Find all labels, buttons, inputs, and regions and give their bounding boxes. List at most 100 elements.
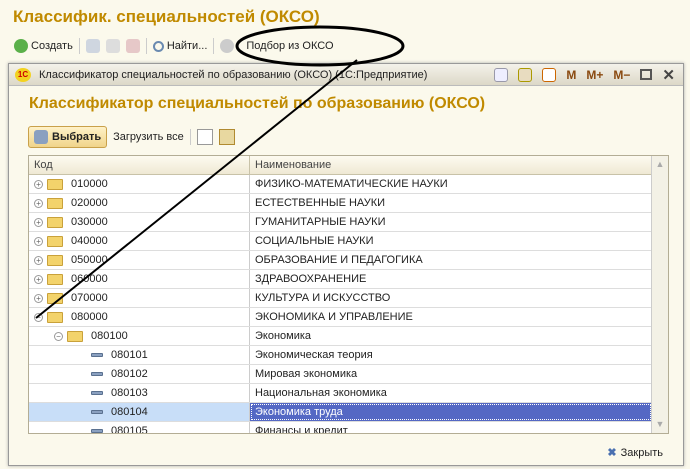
list-view-icon[interactable] (196, 129, 213, 145)
item-icon (91, 391, 103, 395)
code-text: 080100 (91, 330, 128, 342)
favorite-icon[interactable] (494, 67, 509, 82)
scroll-up-icon[interactable]: ▲ (652, 156, 668, 173)
expand-icon[interactable]: − (54, 331, 63, 341)
code-text: 080104 (111, 406, 148, 418)
code-cell: +030000 (29, 213, 250, 231)
page-title: Классифик. специальностей (ОКСО) (13, 7, 320, 26)
table-row[interactable]: +050000 ОБРАЗОВАНИЕ И ПЕДАГОГИКА (29, 251, 668, 270)
mminus-button[interactable]: M− (613, 68, 630, 82)
code-cell: 080103 (29, 384, 250, 402)
expand-icon[interactable]: + (34, 293, 43, 303)
name-cell: Экономическая теория (255, 349, 373, 361)
folder-icon (67, 330, 83, 342)
maximize-icon[interactable] (640, 69, 653, 80)
mplus-button[interactable]: M+ (586, 68, 603, 82)
table-row[interactable]: +030000 ГУМАНИТАРНЫЕ НАУКИ (29, 213, 668, 232)
table-row[interactable]: 080105 Финансы и кредит (29, 422, 668, 434)
code-cell: 080104 (29, 403, 250, 421)
expand-icon[interactable]: + (34, 236, 43, 246)
search-icon (152, 40, 164, 52)
table-row[interactable]: +020000 ЕСТЕСТВЕННЫЕ НАУКИ (29, 194, 668, 213)
table-row[interactable]: +010000 ФИЗИКО-МАТЕМАТИЧЕСКИЕ НАУКИ (29, 175, 668, 194)
close-icon[interactable]: ✕ (662, 66, 675, 84)
load-all-button[interactable]: Загрузить все (113, 131, 184, 143)
code-cell: +060000 (29, 270, 250, 288)
name-cell: Экономика (255, 330, 312, 342)
code-text: 060000 (71, 273, 108, 285)
search-disabled-icon (220, 39, 235, 53)
expand-icon[interactable]: + (34, 179, 43, 189)
scrollbar[interactable]: ▲ ▼ (651, 156, 668, 433)
create-label: Создать (31, 40, 73, 52)
find-button[interactable]: Найти... (152, 40, 207, 52)
table-row[interactable]: +070000 КУЛЬТУРА И ИСКУССТВО (29, 289, 668, 308)
expand-icon[interactable]: + (34, 217, 43, 227)
folder-icon (47, 216, 63, 228)
column-header-name[interactable]: Наименование (250, 156, 652, 174)
window-titlebar: 1С Классификатор специальностей по образ… (9, 64, 683, 86)
name-cell: Финансы и кредит (255, 425, 348, 434)
expand-icon[interactable]: − (34, 312, 43, 322)
scroll-down-icon[interactable]: ▼ (652, 416, 668, 433)
folder-icon (47, 178, 63, 190)
table-row[interactable]: − 080100 Экономика (29, 327, 668, 346)
expand-icon[interactable]: + (34, 198, 43, 208)
separator (189, 129, 191, 145)
item-icon (91, 372, 103, 376)
name-cell: Экономика труда (250, 403, 652, 421)
select-button[interactable]: Выбрать (28, 126, 108, 148)
delete-icon[interactable] (125, 39, 140, 53)
m-button[interactable]: M (566, 68, 576, 82)
code-text: 080105 (111, 425, 148, 434)
folder-icon (47, 273, 63, 285)
code-text: 080000 (71, 311, 108, 323)
table-row[interactable]: 080101 Экономическая теория (29, 346, 668, 365)
separator (78, 38, 80, 54)
folder-icon (47, 311, 63, 323)
edit-icon[interactable] (105, 39, 120, 53)
calculator-icon[interactable] (518, 67, 533, 82)
close-label: Закрыть (620, 446, 663, 459)
close-x-icon: ✖ (607, 447, 617, 459)
okso-window: 1С Классификатор специальностей по образ… (8, 63, 684, 466)
code-text: 010000 (71, 178, 108, 190)
code-cell: +010000 (29, 175, 250, 193)
close-button[interactable]: ✖ Закрыть (607, 446, 663, 460)
name-cell: Мировая экономика (255, 368, 358, 380)
code-cell: +040000 (29, 232, 250, 250)
code-cell: − 080000 (29, 308, 250, 326)
table-row[interactable]: 080102 Мировая экономика (29, 365, 668, 384)
expand-icon[interactable]: + (34, 274, 43, 284)
table-row[interactable]: +060000 ЗДРАВООХРАНЕНИЕ (29, 270, 668, 289)
item-icon (91, 429, 103, 433)
code-text: 040000 (71, 235, 108, 247)
name-cell: ЗДРАВООХРАНЕНИЕ (255, 273, 367, 285)
copy-icon[interactable] (85, 39, 100, 53)
column-header-code[interactable]: Код (29, 156, 250, 174)
name-cell: ОБРАЗОВАНИЕ И ПЕДАГОГИКА (255, 254, 423, 266)
table-row[interactable]: 080104 Экономика труда (29, 403, 668, 422)
code-text: 080101 (111, 349, 148, 361)
code-text: 020000 (71, 197, 108, 209)
pick-okso-button[interactable]: Подбор из ОКСО (246, 40, 333, 52)
name-cell: ЭКОНОМИКА И УПРАВЛЕНИЕ (255, 311, 413, 323)
table-row[interactable]: − 080000 ЭКОНОМИКА И УПРАВЛЕНИЕ (29, 308, 668, 327)
code-cell: +050000 (29, 251, 250, 269)
item-icon (91, 353, 103, 357)
calendar-icon[interactable] (542, 67, 557, 82)
code-cell: +070000 (29, 289, 250, 307)
table-row[interactable]: +040000 СОЦИАЛЬНЫЕ НАУКИ (29, 232, 668, 251)
create-button[interactable]: Создать (14, 39, 73, 53)
expand-icon[interactable]: + (34, 255, 43, 265)
table-row[interactable]: 080103 Национальная экономика (29, 384, 668, 403)
name-cell: ЕСТЕСТВЕННЫЕ НАУКИ (255, 197, 386, 209)
tree-view-icon[interactable] (218, 129, 235, 145)
okso-table: Код Наименование +010000 ФИЗИКО-МАТЕМАТИЧЕ… (28, 155, 669, 434)
1c-logo-icon: 1С (15, 67, 31, 82)
code-cell: − 080100 (29, 327, 250, 345)
code-cell: 080102 (29, 365, 250, 383)
window-title: Классификатор специальностей по образова… (39, 68, 428, 81)
select-icon (34, 130, 48, 144)
select-label: Выбрать (52, 131, 102, 143)
